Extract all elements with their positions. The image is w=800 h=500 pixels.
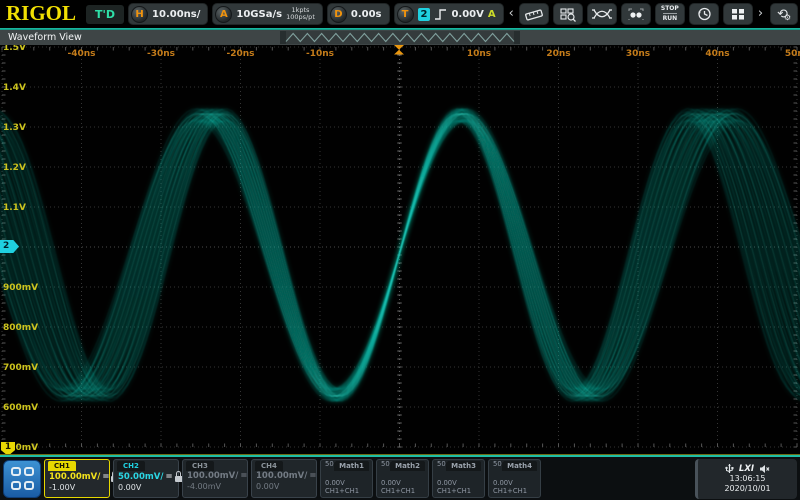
delay-value: 0.00s [351, 9, 382, 20]
ch4-tab: CH4 [255, 461, 283, 471]
ch2-offset: 0.00V [114, 483, 178, 492]
measure-button[interactable] [519, 3, 549, 25]
channel-status-bar: CH1 100.00mV/ = -1.00V CH2 50.00mV/ = 0.… [0, 457, 800, 500]
trigger-level-value: 0.00V [451, 9, 483, 20]
grid-magnifier-icon [559, 7, 577, 22]
grid-square-icon [11, 481, 21, 490]
math1-operation: CH1+CH1 [321, 487, 372, 496]
math3-tab: Math3 [446, 461, 481, 471]
channel-box-ch1[interactable]: CH1 100.00mV/ = -1.00V [44, 459, 110, 498]
math1-tab: Math1 [334, 461, 369, 471]
lxi-logo: LXI [739, 464, 754, 474]
horizontal-knob[interactable]: H [131, 6, 148, 23]
acquire-knob[interactable]: A [215, 6, 232, 23]
stop-run-label: STOP RUN [661, 5, 679, 23]
math3-offset: 0.00V [433, 479, 484, 488]
ch3-tab: CH3 [186, 461, 214, 471]
ch1-offset: -1.00V [45, 483, 109, 492]
ch1-tab: CH1 [48, 461, 76, 471]
history-button[interactable] [689, 3, 719, 25]
math-box-1[interactable]: Math1 500.00mV/ 0.00V CH1+CH1 [320, 459, 373, 498]
trigger-source-badge: 2 [418, 8, 431, 21]
rigol-logo: RIGOL [2, 1, 82, 28]
sample-rate-value: 10GSa/s [236, 9, 282, 20]
ch4-scale: 100.00mV/ [256, 471, 307, 481]
ch2-scale: 50.00mV/ [118, 472, 163, 482]
dc-coupling-icon: = [309, 471, 316, 481]
eye-diagram-icon [592, 7, 612, 21]
waveform-view-tab[interactable]: Waveform View [8, 30, 82, 45]
mask-test-button[interactable] [621, 3, 651, 25]
channel-box-ch4[interactable]: CH4 100.00mV/ = 0.00V [251, 459, 317, 498]
channel-box-ch2[interactable]: CH2 50.00mV/ = 0.00V [113, 459, 179, 498]
dc-coupling-icon: = [165, 472, 172, 482]
grid-square-icon [11, 467, 21, 476]
ch1-scale: 100.00mV/ [49, 472, 100, 482]
dc-coupling-icon: = [240, 471, 247, 481]
math4-tab: Math4 [502, 461, 537, 471]
horizontal-scale-value: 10.00ns/ [152, 9, 200, 20]
view-tab-bar: Waveform View [0, 30, 800, 45]
math1-offset: 0.00V [321, 479, 372, 488]
display-layout-button[interactable] [723, 3, 753, 25]
run-label: RUN [663, 13, 678, 23]
math-box-4[interactable]: Math4 500.00mV/ 0.00V CH1+CH1 [488, 459, 541, 498]
toolbar-scroll-left[interactable]: ‹ [508, 3, 515, 25]
dc-coupling-icon: = [102, 472, 109, 482]
waveform-display-area[interactable]: 1.5V1.4V1.3V1.2V1.1V900mV800mV700mV600mV… [0, 45, 800, 455]
system-status-panel[interactable]: LXI 13:06:15 2020/10/01 [695, 459, 797, 499]
math2-tab: Math2 [390, 461, 425, 471]
windows-icon [730, 7, 746, 21]
math-box-3[interactable]: Math3 500.00mV/ 0.00V CH1+CH1 [432, 459, 485, 498]
mask-eyes-icon [626, 7, 646, 21]
math2-operation: CH1+CH1 [377, 487, 428, 496]
system-date: 2020/10/01 [724, 484, 770, 494]
acquisition-control[interactable]: A 10GSa/s 1kpts 100ps/pt [212, 3, 322, 25]
ch4-offset: 0.00V [252, 482, 316, 491]
trigger-knob[interactable]: T [397, 6, 414, 23]
stop-run-button[interactable]: STOP RUN [655, 3, 685, 25]
math-box-2[interactable]: Math2 500.00mV/ 0.00V CH1+CH1 [376, 459, 429, 498]
analyze-button[interactable] [553, 3, 583, 25]
ch2-persistence-waveform [0, 45, 800, 455]
channel-box-ch3[interactable]: CH3 100.00mV/ = -4.00mV [182, 459, 248, 498]
horizontal-scale-control[interactable]: H 10.00ns/ [128, 3, 208, 25]
grid-square-icon [24, 481, 34, 490]
math3-operation: CH1+CH1 [433, 487, 484, 496]
math4-operation: CH1+CH1 [489, 487, 540, 496]
math2-offset: 0.00V [377, 479, 428, 488]
trigger-status-badge: T'D [86, 5, 124, 24]
system-time: 13:06:15 [730, 474, 766, 484]
ch2-tab: CH2 [117, 461, 145, 471]
math4-offset: 0.00V [489, 479, 540, 488]
memory-depth-group: 1kpts 100ps/pt [286, 7, 315, 22]
top-toolbar: RIGOL T'D H 10.00ns/ A 10GSa/s 1kpts 100… [0, 0, 800, 28]
ruler-icon [524, 7, 544, 22]
delay-control[interactable]: D 0.00s [327, 3, 390, 25]
trigger-control[interactable]: T 2 0.00V A [394, 3, 504, 25]
grid-square-icon [24, 467, 34, 476]
channel-menu-button[interactable] [3, 460, 41, 498]
speaker-mute-icon [759, 464, 770, 474]
delay-knob[interactable]: D [330, 6, 347, 23]
timebase-preview-strip[interactable] [280, 31, 520, 44]
gear-icon: ⚙ [784, 13, 791, 22]
rising-edge-icon [434, 8, 447, 21]
resolution-value: 100ps/pt [286, 14, 315, 21]
usb-icon [725, 463, 734, 474]
history-clock-icon [696, 6, 712, 22]
ch3-offset: -4.00mV [183, 482, 247, 491]
eye-diagram-button[interactable] [587, 3, 617, 25]
trigger-mode-value: A [488, 9, 496, 20]
ch3-scale: 100.00mV/ [187, 471, 238, 481]
system-setup-button[interactable]: ⟲ ⚙ [770, 3, 798, 25]
oscilloscope-screen: RIGOL T'D H 10.00ns/ A 10GSa/s 1kpts 100… [0, 0, 800, 500]
toolbar-scroll-right[interactable]: › [757, 3, 764, 25]
stop-label: STOP [661, 5, 679, 13]
trigger-hourglass-icon [393, 45, 405, 55]
